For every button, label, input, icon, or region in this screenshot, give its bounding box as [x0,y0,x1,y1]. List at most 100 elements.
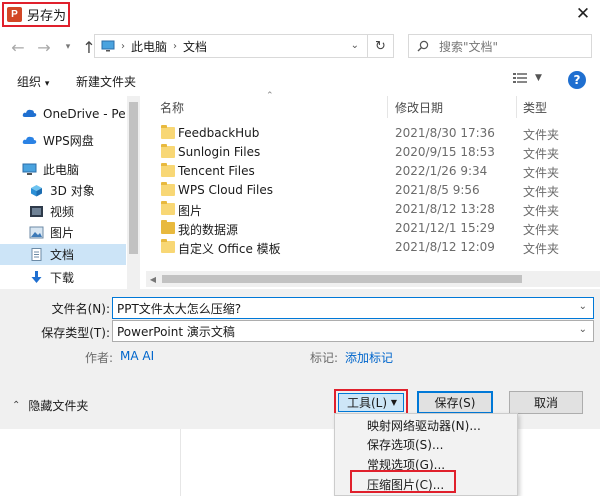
file-date: 2021/8/12 13:28 [395,202,495,216]
powerpoint-app-icon: P [7,7,22,22]
search-placeholder: 搜索"文档" [439,39,499,54]
tags-label: 标记: [310,351,339,365]
computer-icon [101,40,115,52]
refresh-button[interactable]: ↻ [367,35,393,57]
help-button[interactable]: ? [568,71,586,89]
breadcrumb-separator-icon: › [173,40,178,52]
nav-item-label: 下载 [50,271,75,285]
column-header-name[interactable]: 名称 [160,99,184,116]
chevron-down-icon[interactable]: ⌄ [579,301,587,312]
folder-icon [161,125,175,139]
folder-icon [161,239,175,253]
nav-item-onedrive[interactable]: OneDrive - Perso [0,103,126,124]
folder-icon [161,182,175,196]
cloud-icon [22,136,37,144]
nav-item-label: 图片 [50,226,75,240]
file-date: 2021/12/1 15:29 [395,221,495,235]
file-name: FeedbackHub [178,126,260,140]
divider [180,429,181,496]
chevron-down-icon: ▾ [65,42,71,52]
close-icon: ✕ [575,4,591,24]
breadcrumb-documents[interactable]: 文档 [183,38,207,55]
filename-input[interactable]: PPT文件太大怎么压缩? ⌄ [112,297,594,319]
file-type: 文件夹 [523,166,560,180]
nav-item-label: 视频 [50,205,75,219]
nav-item-label: OneDrive - Perso [43,106,126,121]
filetype-label: 保存类型(T): [41,326,110,340]
file-date: 2021/8/5 9:56 [395,183,480,197]
author-field[interactable]: MA AI [120,349,154,363]
scroll-left-icon[interactable]: ◀ [146,271,160,287]
recent-locations-button[interactable]: ▾ [60,37,76,57]
file-row[interactable]: 图片 2021/8/12 13:28 文件夹 [146,200,600,219]
folder-icon [161,144,175,158]
sort-ascending-icon: ⌃ [266,91,274,101]
close-button[interactable]: ✕ [566,0,600,28]
video-icon [30,206,43,217]
file-row[interactable]: 我的数据源 2021/12/1 15:29 文件夹 [146,219,600,238]
file-row[interactable]: WPS Cloud Files 2021/8/5 9:56 文件夹 [146,181,600,200]
cube-icon [31,185,42,197]
view-options-button[interactable]: ▼ [513,72,542,84]
organize-label: 组织 [17,75,42,89]
details-view-icon [513,73,527,83]
nav-item-downloads[interactable]: 下载 [0,267,126,288]
computer-icon [22,163,37,175]
author-label: 作者: [85,351,114,365]
chevron-down-icon: ▾ [44,79,50,89]
file-row[interactable]: FeedbackHub 2021/8/30 17:36 文件夹 [146,124,600,143]
file-name: Tencent Files [178,164,255,178]
chevron-down-icon[interactable]: ⌄ [351,40,359,51]
breadcrumb-this-pc[interactable]: 此电脑 [131,38,167,55]
file-name: 图片 [178,204,203,218]
file-row[interactable]: 自定义 Office 模板 2021/8/12 12:09 文件夹 [146,238,600,257]
nav-item-this-pc[interactable]: 此电脑 [0,159,126,180]
compress-pictures-highlight [350,470,456,493]
tools-button-highlight: 工具(L) ▼ [334,389,408,416]
file-name: WPS Cloud Files [178,183,273,197]
file-row[interactable]: Tencent Files 2022/1/26 9:34 文件夹 [146,162,600,181]
search-icon [417,40,429,52]
window-title-highlight: P 另存为 [2,2,70,27]
hide-folders-toggle[interactable]: ⌃ 隐藏文件夹 [12,397,88,414]
column-divider[interactable] [516,96,517,118]
folder-icon [161,201,175,215]
file-type: 文件夹 [523,128,560,142]
file-type: 文件夹 [523,185,560,199]
file-type: 文件夹 [523,223,560,237]
file-row[interactable]: Sunlogin Files 2020/9/15 18:53 文件夹 [146,143,600,162]
menu-item-save-options[interactable]: 保存选项(S)... [367,434,443,454]
nav-item-wps-cloud[interactable]: WPS网盘 [0,130,126,151]
address-bar[interactable]: › 此电脑 › 文档 ⌄ ↻ [94,34,394,58]
menu-item-map-network-drive[interactable]: 映射网络驱动器(N)... [367,415,481,435]
save-button[interactable]: 保存(S) [417,391,493,414]
nav-item-pictures[interactable]: 图片 [0,222,126,243]
column-divider[interactable] [387,96,388,118]
filetype-value: PowerPoint 演示文稿 [117,324,235,339]
search-input[interactable]: 搜索"文档" [408,34,592,58]
download-icon [31,271,42,283]
nav-item-documents[interactable]: 文档 [0,244,126,265]
column-header-date[interactable]: 修改日期 [395,99,443,116]
filetype-select[interactable]: PowerPoint 演示文稿 ⌄ [112,320,594,342]
forward-button[interactable]: → [34,37,54,57]
navigation-pane: OneDrive - Perso WPS网盘 此电脑 3D 对象 视频 图片 文… [0,96,140,289]
filename-label: 文件名(N): [51,302,110,316]
nav-item-3d-objects[interactable]: 3D 对象 [0,180,126,201]
nav-scrollbar-thumb[interactable] [129,102,138,254]
new-folder-button[interactable]: 新建文件夹 [76,73,136,90]
cancel-button[interactable]: 取消 [509,391,583,414]
file-date: 2021/8/30 17:36 [395,126,495,140]
tags-field[interactable]: 添加标记 [345,349,393,366]
tools-button[interactable]: 工具(L) ▼ [338,393,404,412]
tools-label: 工具(L) [347,396,388,410]
back-button[interactable]: ← [8,37,28,57]
arrow-right-icon: → [37,37,51,57]
horizontal-scrollbar-thumb[interactable] [162,275,522,283]
nav-item-videos[interactable]: 视频 [0,201,126,222]
window-title: 另存为 [27,9,67,24]
file-type: 文件夹 [523,147,560,161]
column-header-type[interactable]: 类型 [523,99,547,116]
folder-icon [161,163,175,177]
organize-menu[interactable]: 组织 ▾ [17,73,49,90]
